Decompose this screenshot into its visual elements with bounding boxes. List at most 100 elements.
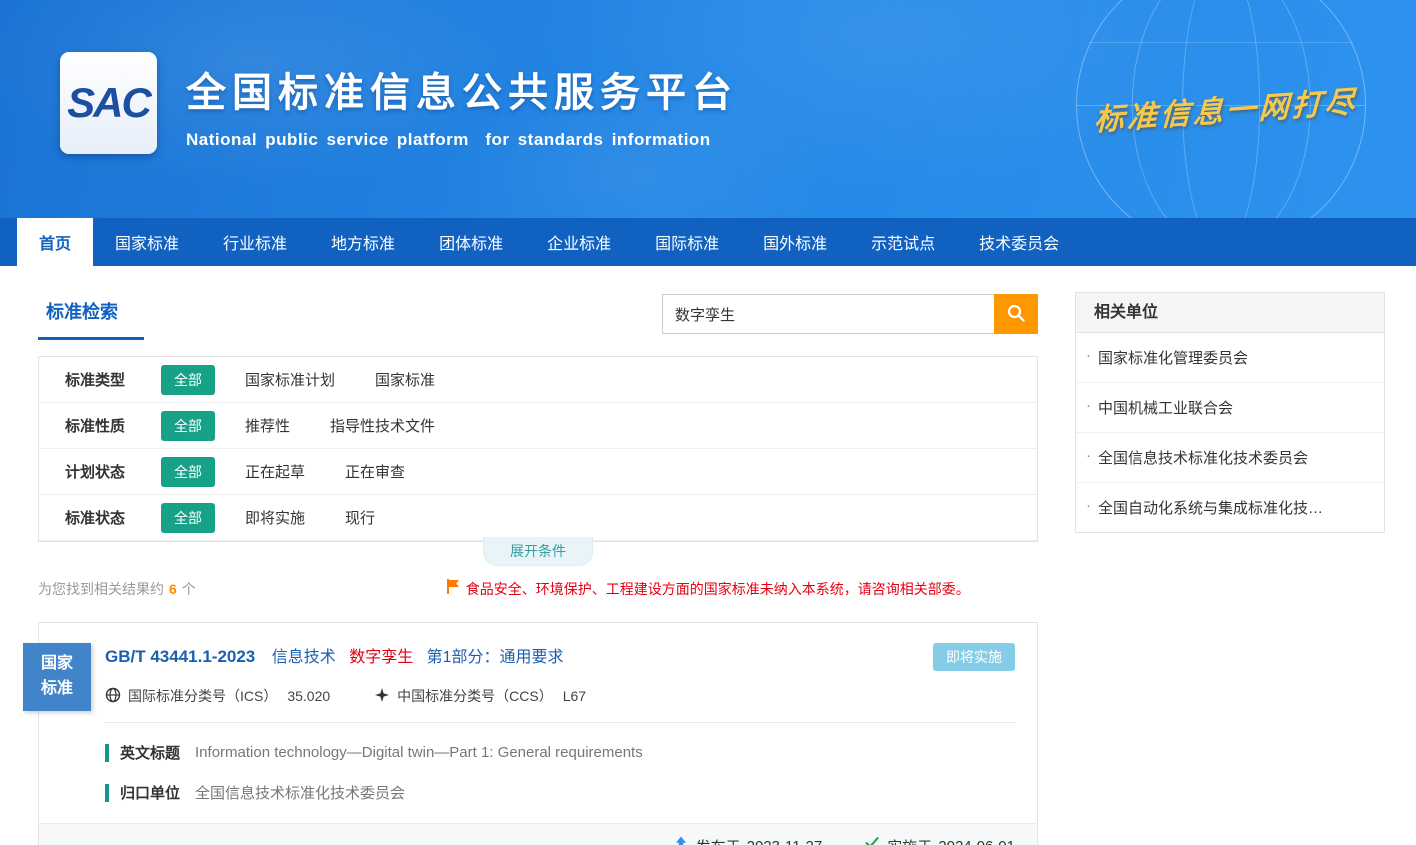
filter-label: 标准类型	[65, 369, 161, 390]
ics-label: 国际标准分类号（ICS）	[128, 686, 277, 706]
info-bar	[105, 784, 109, 802]
filter-row-plan-status: 计划状态 全部 正在起草 正在审查	[39, 449, 1037, 495]
related-unit-item[interactable]: 中国机械工业联合会	[1076, 383, 1384, 433]
filter-option[interactable]: 国家标准计划	[245, 369, 335, 390]
english-title-value: Information technology—Digital twin—Part…	[195, 744, 643, 761]
search-section: 标准检索	[38, 292, 1038, 340]
filter-all-button[interactable]: 全部	[161, 503, 215, 533]
filter-row-standard-nature: 标准性质 全部 推荐性 指导性技术文件	[39, 403, 1037, 449]
english-title-row: 英文标题 Information technology—Digital twin…	[105, 742, 1015, 763]
dept-label: 归口单位	[120, 782, 180, 803]
related-unit-item[interactable]: 国家标准化管理委员会	[1076, 333, 1384, 383]
results-count: 6	[169, 581, 177, 597]
standard-type-badge-line1: 国家	[23, 651, 91, 676]
filter-option[interactable]: 指导性技术文件	[330, 415, 435, 436]
implement-date-item: 实施于 2024-06-01	[864, 836, 1015, 845]
nav-item-local-standards[interactable]: 地方标准	[309, 218, 417, 266]
filter-label: 计划状态	[65, 461, 161, 482]
related-units-title: 相关单位	[1076, 293, 1384, 333]
filter-label: 标准性质	[65, 415, 161, 436]
results-summary: 为您找到相关结果约 6 个	[38, 579, 196, 599]
nav-item-industry-standards[interactable]: 行业标准	[201, 218, 309, 266]
expand-conditions-button[interactable]: 展开条件	[483, 537, 593, 566]
implement-check-icon	[864, 836, 880, 845]
implement-date: 2024-06-01	[938, 838, 1015, 845]
card-body: GB/T 43441.1-2023 信息技术 数字孪生 第1部分：通用要求 即将…	[39, 623, 1037, 803]
site-title-block: 全国标准信息公共服务平台 National public service pla…	[186, 60, 738, 150]
sac-logo-text: SAC	[67, 79, 150, 127]
card-title-row: GB/T 43441.1-2023 信息技术 数字孪生 第1部分：通用要求 即将…	[105, 643, 1015, 671]
publish-icon	[673, 836, 689, 845]
site-subtitle: National public service platform for sta…	[186, 130, 738, 150]
publish-date: 2023-11-27	[747, 838, 823, 845]
filter-row-standard-type: 标准类型 全部 国家标准计划 国家标准	[39, 357, 1037, 403]
filter-option[interactable]: 国家标准	[375, 369, 435, 390]
filter-label: 标准状态	[65, 507, 161, 528]
related-units-panel: 相关单位 国家标准化管理委员会 中国机械工业联合会 全国信息技术标准化技术委员会…	[1075, 292, 1385, 533]
site-title: 全国标准信息公共服务平台	[186, 60, 738, 118]
status-badge: 即将实施	[933, 643, 1015, 671]
nav-item-international-standards[interactable]: 国际标准	[633, 218, 741, 266]
search-group	[662, 294, 1038, 334]
standard-type-badge: 国家 标准	[23, 643, 91, 711]
results-summary-row: 为您找到相关结果约 6 个 食品安全、环境保护、工程建设方面的国家标准未纳入本系…	[38, 578, 1038, 600]
ccs-value: L67	[563, 688, 586, 704]
filter-all-button[interactable]: 全部	[161, 365, 215, 395]
main-column: 标准检索 标准类型 全部 国家标准计划 国家标准 标准性质 全部 推荐性	[38, 292, 1038, 845]
card-divider	[105, 722, 1015, 723]
ccs-meta: 中国标准分类号（CCS） L67	[374, 686, 586, 706]
ics-meta: 国际标准分类号（ICS） 35.020	[105, 686, 330, 706]
nav-item-pilot-demonstration[interactable]: 示范试点	[849, 218, 957, 266]
implement-label: 实施于	[887, 836, 932, 845]
flag-icon	[446, 578, 460, 600]
results-summary-prefix: 为您找到相关结果约	[38, 579, 164, 599]
page-content: 标准检索 标准类型 全部 国家标准计划 国家标准 标准性质 全部 推荐性	[0, 266, 1416, 845]
info-bar	[105, 744, 109, 762]
filter-row-standard-status: 标准状态 全部 即将实施 现行	[39, 495, 1037, 541]
search-button[interactable]	[994, 294, 1038, 334]
standard-type-badge-line2: 标准	[23, 676, 91, 701]
compass-icon	[374, 687, 390, 706]
english-title-label: 英文标题	[120, 742, 180, 763]
search-input[interactable]	[662, 294, 994, 334]
standard-title-part1: 信息技术	[272, 649, 336, 666]
page-title: 标准检索	[38, 292, 144, 340]
nav-item-group-standards[interactable]: 团体标准	[417, 218, 525, 266]
standard-code: GB/T 43441.1-2023	[105, 647, 255, 666]
filter-option[interactable]: 推荐性	[245, 415, 290, 436]
globe-icon	[105, 687, 121, 706]
site-header: SAC 全国标准信息公共服务平台 National public service…	[0, 0, 1416, 218]
dept-value: 全国信息技术标准化技术委员会	[195, 782, 405, 803]
related-unit-item[interactable]: 全国信息技术标准化技术委员会	[1076, 433, 1384, 483]
filter-option[interactable]: 正在起草	[245, 461, 305, 482]
publish-date-item: 发布于 2023-11-27	[673, 836, 823, 845]
results-summary-suffix: 个	[182, 579, 196, 599]
standard-title-highlight: 数字孪生	[349, 649, 413, 666]
filter-panel: 标准类型 全部 国家标准计划 国家标准 标准性质 全部 推荐性 指导性技术文件 …	[38, 356, 1038, 542]
result-card: 国家 标准 GB/T 43441.1-2023 信息技术 数字孪生 第1部分：通…	[38, 622, 1038, 845]
nav-item-enterprise-standards[interactable]: 企业标准	[525, 218, 633, 266]
sac-logo: SAC	[60, 52, 157, 154]
globe-line	[1089, 42, 1354, 43]
nav-item-national-standards[interactable]: 国家标准	[93, 218, 201, 266]
filter-option[interactable]: 正在审查	[345, 461, 405, 482]
notice-text: 食品安全、环境保护、工程建设方面的国家标准未纳入本系统，请咨询相关部委。	[466, 579, 970, 599]
filter-all-button[interactable]: 全部	[161, 411, 215, 441]
nav-item-foreign-standards[interactable]: 国外标准	[741, 218, 849, 266]
filter-option[interactable]: 即将实施	[245, 507, 305, 528]
standard-title-link[interactable]: GB/T 43441.1-2023 信息技术 数字孪生 第1部分：通用要求	[105, 643, 573, 667]
card-meta-row: 国际标准分类号（ICS） 35.020 中国标准分类号（CCS） L67	[105, 686, 1015, 706]
filter-option[interactable]: 现行	[345, 507, 375, 528]
nav-item-home[interactable]: 首页	[17, 218, 93, 266]
nav-item-technical-committee[interactable]: 技术委员会	[957, 218, 1081, 266]
side-column: 相关单位 国家标准化管理委员会 中国机械工业联合会 全国信息技术标准化技术委员会…	[1075, 292, 1385, 533]
ccs-label: 中国标准分类号（CCS）	[397, 686, 553, 706]
main-nav: 首页 国家标准 行业标准 地方标准 团体标准 企业标准 国际标准 国外标准 示范…	[0, 218, 1416, 266]
dept-row: 归口单位 全国信息技术标准化技术委员会	[105, 782, 1015, 803]
search-icon	[1006, 303, 1026, 326]
ics-value: 35.020	[287, 688, 330, 704]
standard-title-part2: 第1部分：通用要求	[427, 649, 564, 666]
related-unit-item[interactable]: 全国自动化系统与集成标准化技…	[1076, 483, 1384, 532]
publish-label: 发布于	[696, 836, 741, 845]
filter-all-button[interactable]: 全部	[161, 457, 215, 487]
